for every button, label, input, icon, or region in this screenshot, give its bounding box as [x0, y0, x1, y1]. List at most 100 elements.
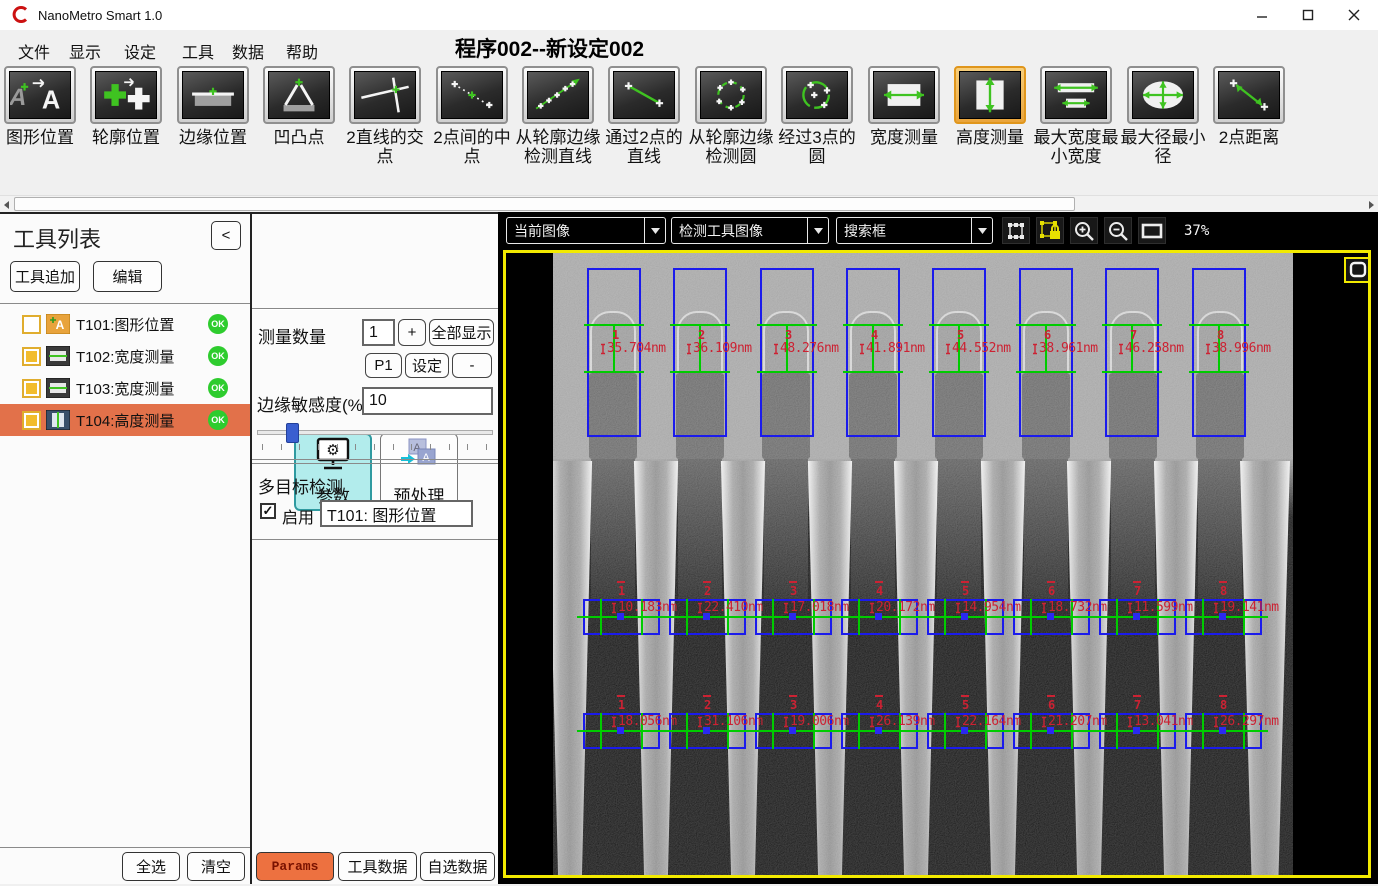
height-roi-box[interactable]	[1019, 268, 1073, 437]
close-button[interactable]	[1332, 0, 1376, 30]
width-roi-box[interactable]	[1099, 599, 1176, 635]
width-roi-box[interactable]	[669, 599, 746, 635]
tool-checkbox[interactable]	[22, 379, 41, 398]
menu-data[interactable]: 数据	[228, 37, 268, 65]
detect-tool-image-dropdown[interactable]: 检测工具图像	[671, 217, 829, 244]
height-roi-box[interactable]	[846, 268, 900, 437]
measurement-toolbar: AA图形位置轮廓位置边缘位置凹凸点2直线的交点2点间的中点从轮廓边缘检测直线通过…	[0, 62, 1378, 195]
scroll-left-icon[interactable]	[0, 197, 14, 212]
tool-checkbox[interactable]	[22, 411, 41, 430]
height-roi-box[interactable]	[932, 268, 986, 437]
current-image-dropdown[interactable]: 当前图像	[506, 217, 666, 244]
width-roi-box[interactable]	[927, 599, 1004, 635]
lock-roi-button[interactable]	[1036, 217, 1064, 244]
tool-button-midpoint-two-points[interactable]	[436, 66, 508, 124]
menu-help[interactable]: 帮助	[282, 37, 322, 65]
menu-tools[interactable]: 工具	[178, 37, 218, 65]
enable-checkbox[interactable]: ✓	[260, 503, 276, 519]
tool-button-label: 2点距离	[1206, 128, 1292, 147]
height-roi-box[interactable]	[1105, 268, 1159, 437]
tool-button-edge-position[interactable]	[177, 66, 249, 124]
menu-display[interactable]: 显示	[65, 37, 105, 65]
edge-sensitivity-input[interactable]: 10	[362, 387, 493, 415]
zoom-out-button[interactable]	[1104, 217, 1132, 244]
footer-tab-tool-data[interactable]: 工具数据	[338, 852, 417, 881]
measure-count-label: 测量数量	[258, 323, 326, 348]
sensitivity-slider-handle[interactable]	[286, 423, 299, 443]
tool-button-pattern-position[interactable]: AA	[4, 66, 76, 124]
width-roi-box[interactable]	[841, 599, 918, 635]
show-all-button[interactable]: 全部显示	[429, 319, 494, 346]
tool-button-line-from-contour-edge[interactable]	[522, 66, 594, 124]
width-roi-box[interactable]	[583, 599, 660, 635]
tool-button-contour-position[interactable]	[90, 66, 162, 124]
tool-button-two-point-distance[interactable]	[1213, 66, 1285, 124]
tool-list-row[interactable]: AT101:图形位置OK	[0, 308, 250, 340]
width-roi-box[interactable]	[841, 713, 918, 749]
status-badge: OK	[208, 346, 228, 366]
tool-label: T103:宽度测量	[76, 378, 174, 399]
width-roi-box[interactable]	[1099, 713, 1176, 749]
tool-list-row[interactable]: T104:高度测量OK	[0, 404, 250, 436]
height-roi-box[interactable]	[673, 268, 727, 437]
height-roi-box[interactable]	[1192, 268, 1246, 437]
tool-button-circle-from-contour-edge[interactable]	[695, 66, 767, 124]
scroll-right-icon[interactable]	[1364, 197, 1378, 212]
width-roi-box[interactable]	[755, 599, 832, 635]
tool-button-height-measure[interactable]	[954, 66, 1026, 124]
width-roi-box[interactable]	[1013, 599, 1090, 635]
edit-tool-button[interactable]: 编辑	[93, 261, 162, 292]
tool-button-label: 最大径最小径	[1120, 128, 1206, 166]
clear-button[interactable]: 清空	[187, 852, 245, 881]
width-roi-box[interactable]	[755, 713, 832, 749]
p1-button[interactable]: P1	[365, 353, 402, 378]
measure-count-input[interactable]: 1	[362, 319, 395, 346]
height-roi-box[interactable]	[587, 268, 641, 437]
divider	[252, 308, 498, 310]
window-title: NanoMetro Smart 1.0	[38, 8, 162, 23]
tool-list-row[interactable]: T102:宽度测量OK	[0, 340, 250, 372]
tool-button-max-min-diameter[interactable]	[1127, 66, 1199, 124]
search-box-dropdown[interactable]: 搜索框	[836, 217, 993, 244]
transform-handles-button[interactable]	[1002, 217, 1030, 244]
tool-button-two-line-intersection[interactable]	[349, 66, 421, 124]
chevron-down-icon[interactable]	[971, 218, 992, 243]
footer-tab-custom-data[interactable]: 自选数据	[420, 852, 495, 881]
tool-button-circle-through-three-points[interactable]	[781, 66, 853, 124]
tool-checkbox[interactable]	[22, 315, 41, 334]
chevron-down-icon[interactable]	[644, 218, 665, 243]
fullscreen-toggle-button[interactable]	[1344, 257, 1371, 283]
width-roi-box[interactable]	[583, 713, 660, 749]
select-all-button[interactable]: 全选	[122, 852, 180, 881]
tool-list-row[interactable]: T103:宽度测量OK	[0, 372, 250, 404]
add-tool-button[interactable]: 工具追加	[10, 261, 80, 292]
tool-button-concave-convex-point[interactable]	[263, 66, 335, 124]
tool-checkbox[interactable]	[22, 347, 41, 366]
fit-view-button[interactable]	[1138, 217, 1166, 244]
scrollbar-thumb[interactable]	[14, 197, 1075, 211]
width-roi-box[interactable]	[669, 713, 746, 749]
increment-button[interactable]: +	[398, 319, 426, 346]
width-roi-box[interactable]	[927, 713, 1004, 749]
minimize-button[interactable]	[1240, 0, 1284, 30]
width-roi-box[interactable]	[1185, 713, 1262, 749]
tool-button-width-measure[interactable]	[868, 66, 940, 124]
chevron-down-icon[interactable]	[807, 218, 828, 243]
sem-image[interactable]	[553, 253, 1293, 875]
tool-button-line-through-two-points[interactable]	[608, 66, 680, 124]
maximize-button[interactable]	[1286, 0, 1330, 30]
multi-target-input[interactable]: T101: 图形位置	[320, 500, 473, 527]
collapse-panel-button[interactable]: <	[211, 221, 241, 250]
toolbar-scrollbar[interactable]	[0, 195, 1378, 212]
set-button[interactable]: 设定	[405, 353, 449, 378]
decrement-button[interactable]: -	[452, 353, 492, 378]
footer-tab-params[interactable]: Params	[256, 852, 334, 881]
height-roi-box[interactable]	[760, 268, 814, 437]
menu-settings[interactable]: 设定	[120, 37, 160, 65]
two-line-intersection-icon	[354, 71, 416, 119]
zoom-in-button[interactable]	[1070, 217, 1098, 244]
menu-file[interactable]: 文件	[14, 37, 54, 65]
width-roi-box[interactable]	[1013, 713, 1090, 749]
width-roi-box[interactable]	[1185, 599, 1262, 635]
tool-button-max-min-width[interactable]	[1040, 66, 1112, 124]
